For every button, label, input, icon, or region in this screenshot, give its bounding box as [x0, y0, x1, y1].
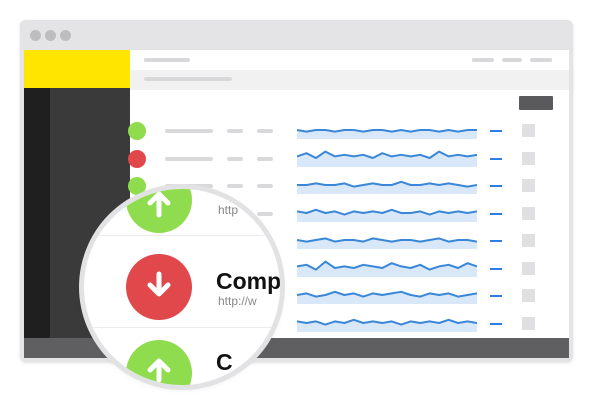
row-checkbox[interactable] [522, 206, 535, 220]
toolbar-menu-item[interactable] [502, 58, 522, 62]
text-placeholder [165, 184, 213, 188]
sidebar-rail [24, 50, 50, 338]
status-up-dot [128, 122, 146, 140]
row-checkbox[interactable] [522, 179, 535, 192]
value-dash [490, 240, 502, 242]
list-item[interactable] [110, 149, 549, 169]
text-placeholder [165, 156, 213, 161]
sparkline [297, 150, 477, 167]
value-dash [490, 130, 502, 132]
toolbar-placeholder [144, 58, 190, 62]
text-placeholder [257, 156, 273, 161]
value-dash [490, 267, 502, 270]
sparkline [297, 290, 477, 304]
row-divider [84, 327, 280, 328]
logo[interactable] [24, 50, 130, 88]
text-placeholder [227, 129, 243, 133]
text-placeholder [257, 129, 273, 133]
value-dash [490, 295, 502, 297]
text-placeholder [257, 211, 273, 216]
sparkline [297, 318, 477, 332]
value-dash [490, 185, 502, 187]
value-dash [490, 212, 502, 215]
top-toolbar [130, 50, 569, 70]
status-up-icon [126, 189, 192, 233]
status-up-icon [126, 340, 192, 385]
toolbar-menu-item[interactable] [472, 58, 494, 62]
toolbar-menu-item[interactable] [530, 58, 552, 62]
row-checkbox[interactable] [522, 289, 535, 302]
text-placeholder [165, 129, 213, 133]
status-down-icon [126, 254, 192, 320]
action-button[interactable] [519, 96, 553, 110]
value-dash [490, 322, 502, 325]
row-checkbox[interactable] [522, 151, 535, 165]
window-minimize-dot[interactable] [45, 30, 56, 41]
window-maximize-dot[interactable] [60, 30, 71, 41]
status-down-dot [128, 149, 146, 168]
site-name: C [216, 349, 233, 375]
window-close-dot[interactable] [30, 30, 41, 41]
sparkline [297, 237, 477, 249]
text-placeholder [227, 184, 243, 188]
sparkline [297, 180, 477, 194]
sparkline [297, 260, 477, 277]
row-checkbox[interactable] [522, 261, 535, 275]
value-dash [490, 157, 502, 160]
sparkline [297, 208, 477, 222]
text-placeholder [257, 184, 273, 188]
row-divider [84, 235, 280, 236]
sparkline [297, 129, 477, 139]
breadcrumb-bar [130, 70, 569, 90]
site-url: http://w [218, 294, 257, 308]
text-placeholder [227, 156, 243, 161]
row-checkbox[interactable] [522, 234, 535, 247]
site-url: http [218, 203, 239, 217]
breadcrumb-placeholder [144, 77, 232, 81]
magnifier-lens: http Comp http://w C [84, 189, 280, 385]
row-checkbox[interactable] [522, 124, 535, 137]
site-name: Comp [216, 268, 280, 294]
row-checkbox[interactable] [522, 316, 535, 330]
list-item[interactable] [110, 121, 549, 141]
